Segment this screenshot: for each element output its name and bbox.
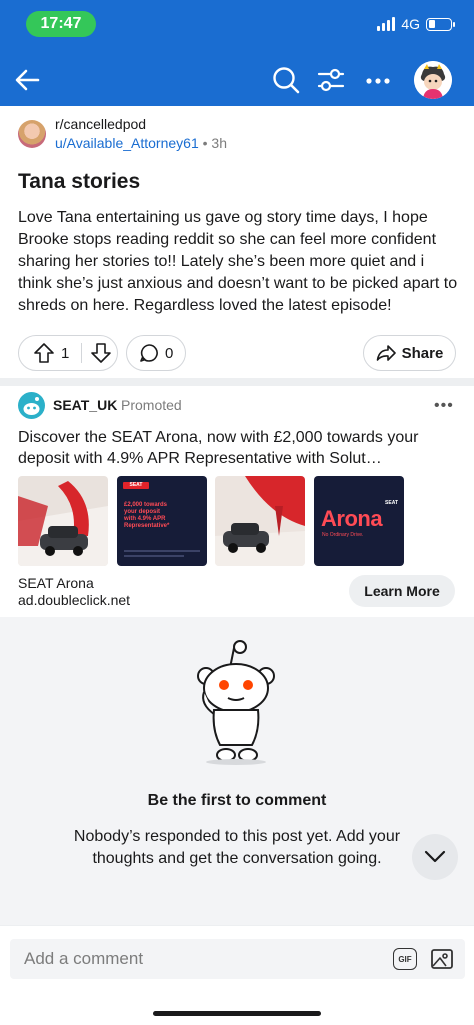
ad-title[interactable]: SEAT Arona <box>18 575 94 591</box>
comment-count: 0 <box>165 344 174 362</box>
subreddit-name[interactable]: r/cancelledpod <box>55 116 146 132</box>
meta-separator: • <box>202 135 208 151</box>
sort-icon[interactable] <box>315 64 347 96</box>
downvote-icon[interactable] <box>88 341 114 365</box>
section-divider <box>0 378 474 386</box>
status-time: 17:47 <box>26 11 96 37</box>
vote-control: 1 <box>18 335 118 371</box>
scroll-down-button[interactable] <box>412 834 458 880</box>
home-indicator <box>153 1011 321 1016</box>
gif-button[interactable]: GIF <box>393 948 417 970</box>
chevron-down-icon <box>424 850 446 863</box>
vote-divider <box>81 343 82 363</box>
snoo-mascot-icon <box>197 640 275 765</box>
share-arrow-icon <box>376 345 396 361</box>
upvote-icon[interactable] <box>31 341 57 365</box>
share-label: Share <box>401 344 444 362</box>
arrow-left-icon[interactable] <box>12 64 44 96</box>
comments-button[interactable]: 0 <box>126 335 186 371</box>
post-title: Tana stories <box>18 170 141 193</box>
battery-icon <box>426 17 455 31</box>
advertiser-avatar[interactable] <box>18 392 45 419</box>
empty-comments-title: Be the first to comment <box>147 792 327 809</box>
status-indicators: 4G <box>377 16 455 32</box>
ad-card-line: £2,000 towards <box>124 502 168 508</box>
comment-bar: GIF <box>0 925 474 1025</box>
more-horizontal-icon[interactable] <box>362 64 394 96</box>
share-button[interactable]: Share <box>363 335 456 371</box>
ad-thumbnail-2[interactable]: SEAT £2,000 towards your deposit with 4.… <box>117 476 207 566</box>
ad-card-line: with 4.9% APR <box>124 516 166 522</box>
post-meta: u/Available_Attorney61 • 3h <box>55 135 227 151</box>
search-icon[interactable] <box>270 64 302 96</box>
learn-more-button[interactable]: Learn More <box>349 575 455 607</box>
ad-more-icon[interactable]: ••• <box>434 397 454 415</box>
ad-card-line: your deposit <box>124 509 161 515</box>
image-icon[interactable] <box>430 947 454 971</box>
arona-wordmark: Arona <box>321 506 383 531</box>
ad-thumbnail-3[interactable] <box>215 476 305 566</box>
vote-count: 1 <box>61 344 70 362</box>
arona-tagline: No Ordinary Drive. <box>322 532 364 538</box>
ad-thumbnail-4[interactable]: SEAT Arona No Ordinary Drive. <box>314 476 404 566</box>
seat-logo: SEAT <box>385 500 398 506</box>
post-author[interactable]: u/Available_Attorney61 <box>55 135 199 151</box>
user-avatar[interactable] <box>414 61 452 99</box>
post-body: Love Tana entertaining us gave og story … <box>18 209 458 314</box>
seat-logo: SEAT <box>123 482 149 489</box>
subreddit-avatar[interactable] <box>18 120 46 148</box>
ad-domain[interactable]: ad.doubleclick.net <box>18 592 130 608</box>
promoted-label: Promoted <box>121 397 182 413</box>
signal-icon <box>377 17 396 31</box>
network-label: 4G <box>401 16 420 32</box>
ad-card-text: £2,000 towards your deposit with 4.9% AP… <box>124 502 169 530</box>
ad-text[interactable]: Discover the SEAT Arona, now with £2,000… <box>18 427 463 469</box>
ad-thumbnail-1[interactable] <box>18 476 108 566</box>
empty-comments-subtitle: Nobody’s responded to this post yet. Add… <box>73 828 401 867</box>
top-header: 17:47 4G <box>0 0 474 106</box>
post-age: 3h <box>211 135 227 151</box>
ad-card-line: Representative* <box>124 523 170 529</box>
comment-bubble-icon <box>140 344 158 362</box>
advertiser-name[interactable]: SEAT_UK <box>53 397 117 413</box>
